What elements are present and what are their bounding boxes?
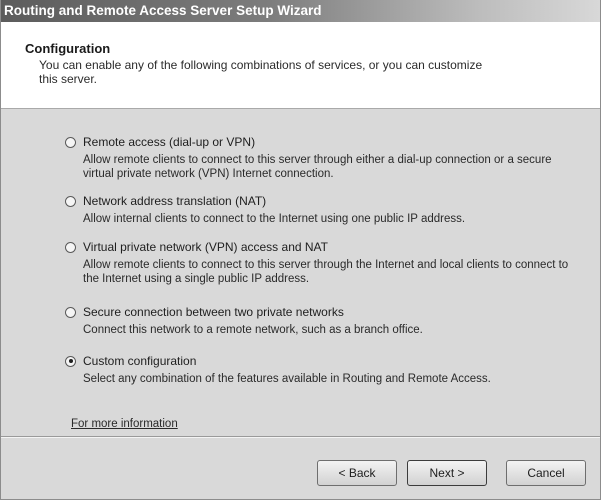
next-button[interactable]: Next > (407, 460, 487, 486)
option-label: Secure connection between two private ne… (83, 305, 344, 319)
back-button[interactable]: < Back (317, 460, 397, 486)
option-custom-configuration: Custom configuration Select any combinat… (65, 353, 575, 386)
radio-nat[interactable] (65, 195, 76, 207)
option-label: Network address translation (NAT) (83, 194, 267, 208)
option-secure-connection: Secure connection between two private ne… (65, 304, 575, 337)
option-label: Remote access (dial-up or VPN) (83, 135, 256, 149)
option-custom-configuration-row[interactable]: Custom configuration (65, 353, 575, 369)
wizard-window: Routing and Remote Access Server Setup W… (0, 0, 601, 500)
option-remote-access: Remote access (dial-up or VPN) Allow rem… (65, 134, 575, 181)
wizard-header: Configuration You can enable any of the … (1, 22, 600, 109)
radio-secure-connection[interactable] (65, 306, 76, 318)
option-vpn-and-nat: Virtual private network (VPN) access and… (65, 239, 575, 286)
option-nat: Network address translation (NAT) Allow … (65, 193, 575, 226)
option-description: Select any combination of the features a… (83, 373, 491, 385)
title-bar: Routing and Remote Access Server Setup W… (1, 0, 600, 22)
option-remote-access-row[interactable]: Remote access (dial-up or VPN) (65, 134, 575, 150)
option-label: Virtual private network (VPN) access and… (83, 240, 328, 254)
radio-custom-configuration[interactable] (65, 355, 76, 367)
cancel-button[interactable]: Cancel (506, 460, 586, 486)
option-label: Custom configuration (83, 354, 197, 368)
option-vpn-and-nat-row[interactable]: Virtual private network (VPN) access and… (65, 239, 575, 255)
radio-remote-access[interactable] (65, 136, 76, 148)
footer-divider-highlight (1, 437, 600, 438)
radio-vpn-and-nat[interactable] (65, 241, 76, 253)
option-description: Allow remote clients to connect to this … (83, 259, 569, 285)
option-nat-row[interactable]: Network address translation (NAT) (65, 193, 575, 209)
wizard-body: Remote access (dial-up or VPN) Allow rem… (1, 110, 600, 436)
option-description: Connect this network to a remote network… (83, 324, 423, 336)
option-description: Allow internal clients to connect to the… (83, 213, 466, 225)
more-information-link[interactable]: For more information (71, 418, 178, 430)
page-description: You can enable any of the following comb… (39, 58, 483, 86)
option-secure-connection-row[interactable]: Secure connection between two private ne… (65, 304, 575, 320)
option-description: Allow remote clients to connect to this … (83, 154, 552, 180)
page-title: Configuration (25, 41, 111, 56)
